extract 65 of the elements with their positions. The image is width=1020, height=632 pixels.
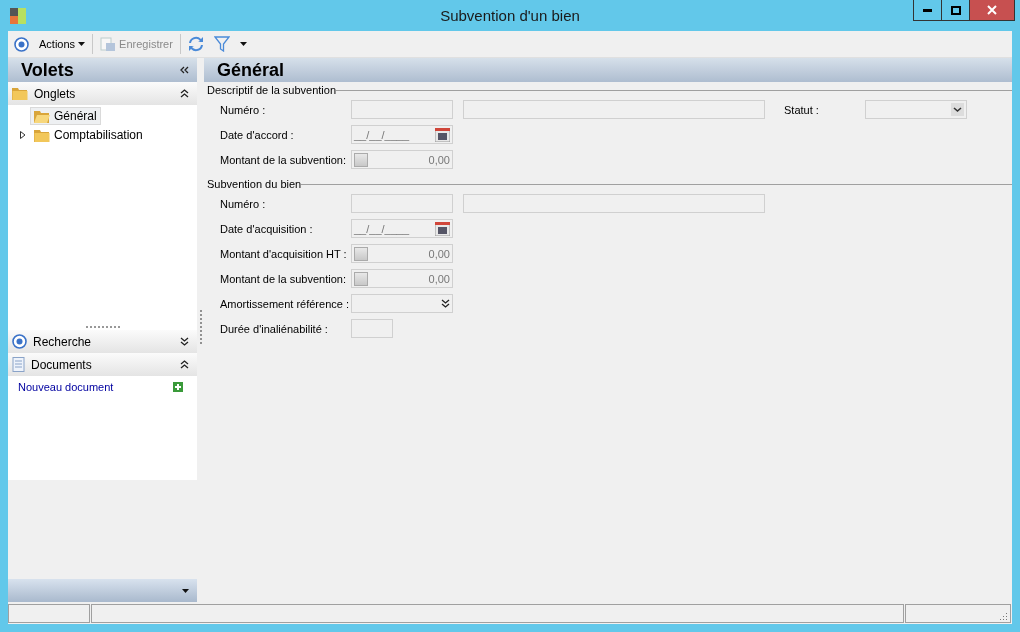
collapse-icon[interactable] — [180, 66, 189, 74]
field-label: Date d'acquisition : — [220, 222, 314, 235]
duration-field[interactable] — [351, 319, 393, 338]
amount-field[interactable]: 0,00 — [351, 150, 453, 169]
target-icon — [14, 36, 29, 52]
field-label: Montant d'acquisition HT : — [220, 247, 348, 260]
field-label: Numéro : — [220, 103, 267, 116]
tree-item[interactable]: Général — [30, 107, 101, 125]
tabs-section-header[interactable]: Onglets — [8, 82, 197, 105]
checkbox[interactable] — [354, 152, 368, 167]
calendar-icon[interactable] — [435, 221, 450, 236]
folder-icon — [34, 128, 50, 142]
expander-icon[interactable] — [19, 131, 26, 139]
documents-section-header[interactable]: Documents — [8, 353, 197, 376]
field-label: Date d'accord : — [220, 128, 295, 141]
calendar-icon[interactable] — [435, 127, 450, 142]
checkbox[interactable] — [354, 271, 368, 286]
close-icon — [987, 5, 997, 15]
chevron-icon[interactable] — [180, 89, 189, 98]
number-field[interactable] — [351, 194, 453, 213]
document-icon — [12, 357, 25, 372]
new-document-link[interactable]: Nouveau document — [18, 381, 183, 393]
close-button[interactable] — [969, 0, 1015, 21]
home-button[interactable] — [11, 34, 32, 54]
field-label: Durée d'inaliénabilité : — [220, 322, 329, 335]
minimize-button[interactable] — [913, 0, 942, 21]
date-field[interactable]: __/__/____ — [351, 219, 453, 238]
target-icon — [12, 334, 27, 349]
minimize-icon — [923, 8, 932, 12]
section-title: Descriptif de la subvention — [207, 84, 336, 96]
folder-icon — [12, 87, 28, 100]
name-field[interactable] — [463, 100, 765, 119]
field-label: Amortissement référence : — [220, 297, 350, 310]
dropdown-caret-icon — [239, 42, 247, 46]
tree-item[interactable]: Comptabilisation — [30, 126, 147, 144]
page-title: Général — [217, 59, 285, 81]
maximize-icon — [950, 5, 961, 15]
save-icon — [100, 36, 117, 52]
name-field[interactable] — [463, 194, 765, 213]
app-icon — [10, 7, 26, 24]
window-title: Subvention d'un bien — [440, 7, 580, 24]
field-label: Numéro : — [220, 197, 267, 210]
field-label: Montant de la subvention: — [220, 272, 347, 285]
date-field[interactable]: __/__/____ — [351, 125, 453, 144]
search-section-header[interactable]: Recherche — [8, 330, 197, 353]
chevron-icon[interactable] — [180, 337, 189, 346]
caret-icon — [182, 588, 189, 593]
folder-icon — [34, 109, 50, 123]
number-field[interactable] — [351, 100, 453, 119]
section-title: Subvention du bien — [207, 178, 302, 190]
field-label: Montant de la subvention: — [220, 153, 347, 166]
amount-field[interactable]: 0,00 — [351, 269, 453, 288]
dropdown-arrow-icon[interactable] — [441, 299, 450, 308]
add-icon[interactable] — [173, 382, 183, 392]
amount-field[interactable]: 0,00 — [351, 244, 453, 263]
pane-title: Volets — [21, 59, 74, 81]
resize-grip-icon[interactable] — [998, 611, 1008, 621]
splitter-grip-icon[interactable] — [199, 310, 202, 344]
caret-icon — [78, 42, 86, 46]
splitter-grip-icon[interactable] — [85, 325, 120, 328]
actions-menu[interactable]: Actions — [36, 36, 89, 52]
field-label: Statut : — [784, 103, 820, 116]
dropdown-field[interactable] — [351, 294, 453, 313]
chevron-icon[interactable] — [180, 360, 189, 369]
checkbox[interactable] — [354, 246, 368, 261]
